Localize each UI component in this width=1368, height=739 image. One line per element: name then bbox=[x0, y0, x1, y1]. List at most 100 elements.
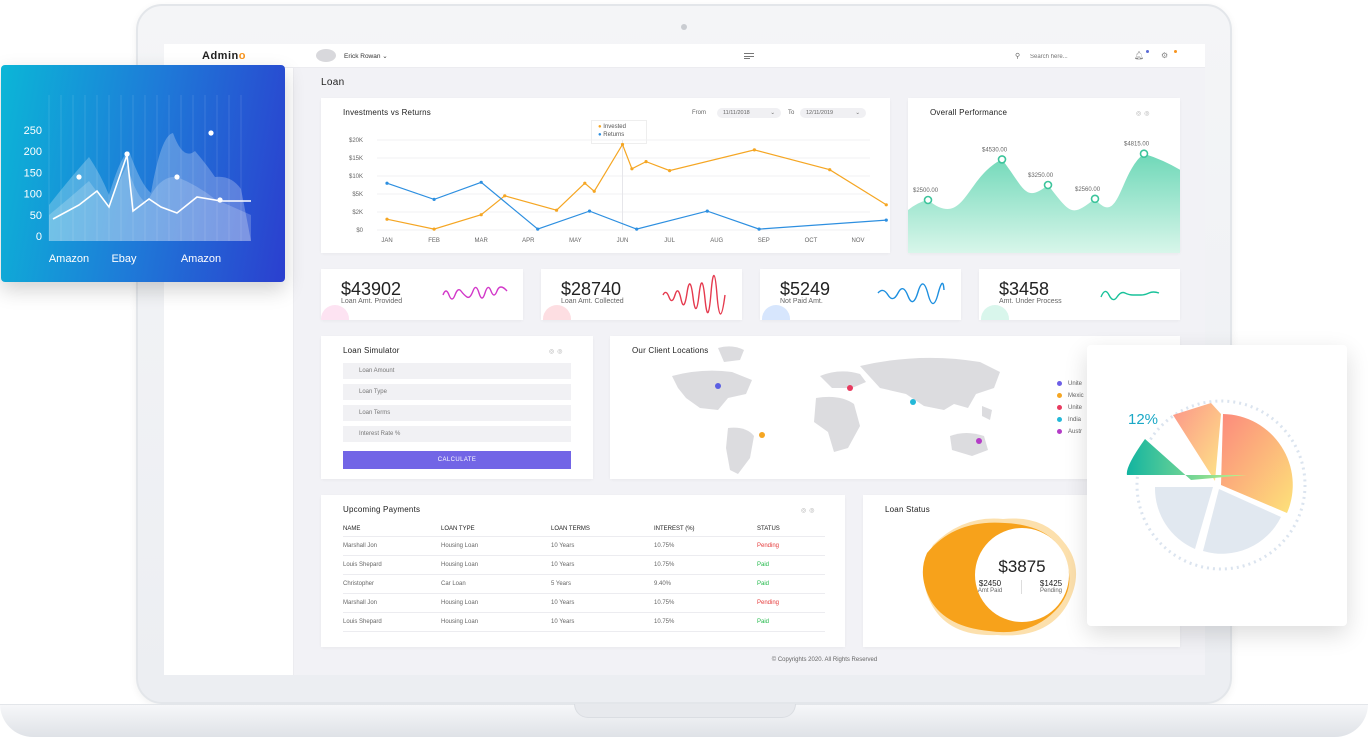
data-point bbox=[385, 181, 389, 185]
loan-terms-field[interactable]: Loan Terms bbox=[343, 405, 571, 421]
data-point bbox=[668, 169, 672, 173]
y-tick-label: $5K bbox=[352, 192, 363, 198]
data-label: $3250.00 bbox=[1028, 173, 1054, 179]
data-point bbox=[536, 227, 540, 231]
data-point bbox=[828, 168, 832, 172]
column-header: NAME bbox=[343, 523, 441, 537]
x-tick-label: Amazon bbox=[49, 253, 89, 265]
table-row[interactable]: Christopher Car Loan 5 Years 9.40% Paid bbox=[343, 574, 825, 594]
data-point bbox=[592, 189, 596, 193]
sparkline bbox=[543, 274, 726, 320]
x-tick-label: AUG bbox=[710, 238, 723, 244]
stat-card: $28740 Loan Amt. Collected bbox=[541, 269, 742, 320]
table-row[interactable]: Marshall Jon Housing Loan 10 Years 10.75% Pe… bbox=[343, 593, 825, 613]
data-point bbox=[923, 195, 933, 205]
legend-item: Unite bbox=[1057, 381, 1082, 387]
x-tick-label: OCT bbox=[805, 238, 818, 244]
legend-item: Unite bbox=[1057, 405, 1082, 411]
table-row[interactable]: Marshall Jon Housing Loan 10 Years 10.75% Pe… bbox=[343, 536, 825, 556]
loan-amount-field[interactable]: Loan Amount bbox=[343, 363, 571, 379]
avatar[interactable] bbox=[316, 49, 336, 62]
x-tick-label: Amazon bbox=[181, 253, 221, 265]
x-tick-label: JUL bbox=[664, 238, 675, 244]
settings-dot bbox=[1174, 50, 1177, 53]
data-point bbox=[124, 151, 130, 157]
status-badge: Paid bbox=[757, 555, 825, 575]
data-point bbox=[76, 174, 82, 180]
y-tick-label: $20K bbox=[349, 138, 363, 144]
user-name: Erick Rowan bbox=[344, 53, 381, 60]
payments-title: Upcoming Payments bbox=[343, 505, 421, 514]
app-logo[interactable]: Admino bbox=[202, 50, 246, 62]
sparkline bbox=[321, 286, 508, 320]
loan-type-field[interactable]: Loan Type bbox=[343, 384, 571, 400]
payments-table: NAME LOAN TYPE LOAN TERMS INTEREST (%) S… bbox=[343, 523, 825, 632]
y-tick-label: 0 bbox=[36, 231, 42, 243]
status-badge: Paid bbox=[757, 574, 825, 594]
data-point bbox=[432, 227, 436, 231]
column-header: INTEREST (%) bbox=[654, 523, 757, 537]
data-point bbox=[757, 227, 761, 231]
data-point bbox=[217, 197, 223, 203]
performance-area bbox=[908, 153, 1180, 253]
user-menu[interactable]: Erick Rowan ⌄ bbox=[344, 52, 388, 60]
camera-icon bbox=[681, 24, 687, 30]
search-input[interactable] bbox=[1030, 52, 1100, 61]
data-point bbox=[705, 209, 709, 213]
x-tick-label: MAR bbox=[475, 238, 489, 244]
x-tick-label: APR bbox=[522, 238, 535, 244]
calculate-button[interactable]: CALCULATE bbox=[343, 451, 571, 469]
divider bbox=[1021, 580, 1022, 594]
amt-paid-value: $2450 bbox=[978, 579, 1002, 588]
pie-chart bbox=[1126, 399, 1307, 571]
menu-icon[interactable] bbox=[744, 53, 754, 59]
data-point bbox=[635, 227, 639, 231]
performance-chart: $2500.00 $4530.00 $3250.00 $2560.00 $4815.00 bbox=[908, 142, 1180, 253]
series-line bbox=[386, 181, 887, 230]
floating-pie-card: 12% bbox=[1087, 345, 1347, 626]
x-tick-label: NOV bbox=[851, 238, 864, 244]
payments-card: Upcoming Payments ◎◎ NAME LOAN TYPE LOAN… bbox=[321, 495, 845, 647]
data-point bbox=[1043, 180, 1053, 190]
y-tick-label: $15K bbox=[349, 156, 363, 162]
interest-rate-field[interactable]: Interest Rate % bbox=[343, 426, 571, 442]
chevron-down-icon: ⌄ bbox=[382, 53, 388, 60]
data-point bbox=[503, 194, 507, 198]
pending-value: $1425 bbox=[1039, 579, 1063, 588]
data-point bbox=[1139, 149, 1149, 159]
screen: Admino Erick Rowan ⌄ ⚲ 🔔︎ ⚙ Loan Investm… bbox=[164, 44, 1205, 675]
data-label: $4530.00 bbox=[982, 147, 1008, 153]
table-row[interactable]: Louis Shepard Housing Loan 10 Years 10.75% P… bbox=[343, 612, 825, 632]
y-tick-label: 50 bbox=[30, 210, 42, 222]
data-point bbox=[479, 180, 483, 184]
floating-area-chart: 0 50 100 150 200 250 Amazon Ebay Amazon bbox=[24, 95, 251, 265]
view-icons[interactable]: ◎◎ bbox=[801, 507, 817, 514]
view-icons[interactable]: ◎◎ bbox=[549, 348, 565, 355]
search-icon[interactable]: ⚲ bbox=[1015, 52, 1020, 60]
stat-card: $43902 Loan Amt. Provided bbox=[321, 269, 523, 320]
y-tick-label: 200 bbox=[24, 146, 42, 158]
map-pin bbox=[976, 438, 982, 444]
simulator-title: Loan Simulator bbox=[343, 346, 400, 355]
bell-icon[interactable]: 🔔︎ bbox=[1134, 51, 1144, 60]
status-badge: Pending bbox=[757, 536, 825, 556]
footer: © Copyrights 2020. All Rights Reserved bbox=[771, 657, 878, 663]
data-point bbox=[174, 174, 180, 180]
top-bar: Admino Erick Rowan ⌄ ⚲ 🔔︎ ⚙ bbox=[164, 44, 1205, 68]
y-tick-label: 100 bbox=[24, 189, 42, 201]
table-row[interactable]: Louis Shepard Housing Loan 10 Years 10.75% P… bbox=[343, 555, 825, 575]
pending-label: Pending bbox=[1039, 588, 1063, 594]
performance-card: Overall Performance ◎◎ $2500.00 $4530.00 $… bbox=[908, 98, 1180, 253]
data-point bbox=[587, 209, 592, 213]
gear-icon[interactable]: ⚙ bbox=[1161, 51, 1168, 60]
data-point bbox=[644, 160, 648, 164]
x-tick-label: JUN bbox=[617, 238, 629, 244]
map-pin bbox=[715, 383, 721, 389]
map-pin bbox=[759, 432, 765, 438]
data-point bbox=[385, 217, 389, 221]
data-point bbox=[432, 197, 436, 201]
column-header: LOAN TYPE bbox=[441, 523, 551, 537]
legend-item: Austr bbox=[1057, 429, 1082, 435]
stat-card: $5249 Not Paid Amt. bbox=[760, 269, 961, 320]
x-tick-label: FEB bbox=[428, 238, 440, 244]
